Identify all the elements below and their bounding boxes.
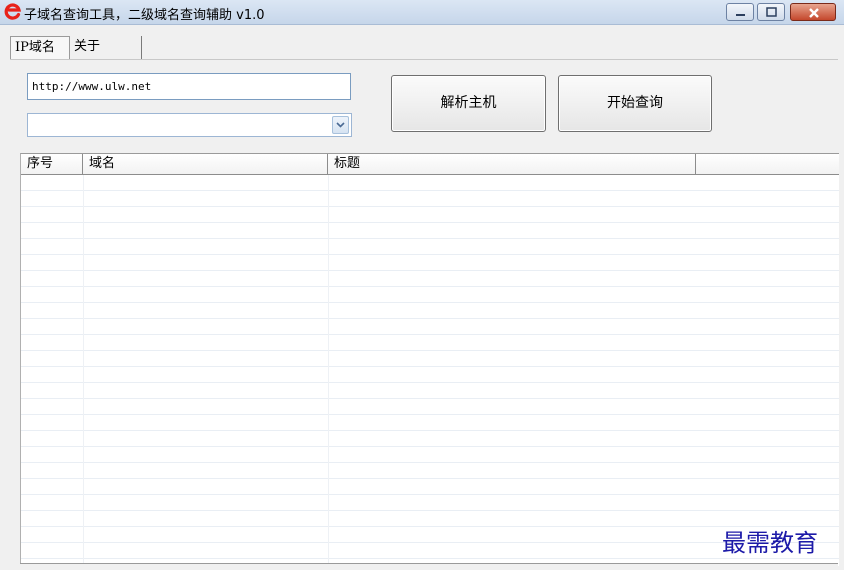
tab-about-label: 关于 (74, 39, 101, 54)
column-header-index[interactable]: 序号 (21, 154, 83, 174)
tab-ip-domain-label: IP域名 (15, 40, 55, 55)
results-table[interactable]: 序号 域名 标题 (20, 153, 839, 566)
maximize-button[interactable] (757, 3, 785, 21)
chevron-down-icon[interactable] (332, 116, 349, 134)
title-bar: 子域名查询工具，二级域名查询辅助 v1.0 (0, 0, 844, 25)
tab-about[interactable]: 关于 (70, 36, 142, 60)
table-body (21, 175, 839, 566)
url-input[interactable]: http://www.ulw.net (27, 73, 351, 100)
start-query-button[interactable]: 开始查询 (558, 75, 712, 132)
column-header-empty[interactable] (696, 154, 839, 174)
watermark-text: 最需教育 (722, 529, 818, 557)
host-select[interactable] (27, 113, 352, 137)
parse-host-button[interactable]: 解析主机 (391, 75, 546, 132)
minimize-button[interactable] (726, 3, 754, 21)
column-divider (83, 175, 84, 566)
window-title: 子域名查询工具，二级域名查询辅助 v1.0 (24, 8, 265, 23)
e-logo-icon (4, 3, 22, 21)
tab-ip-domain[interactable]: IP域名 (10, 36, 70, 60)
close-button[interactable] (790, 3, 836, 21)
table-header: 序号 域名 标题 (21, 154, 839, 175)
column-header-title[interactable]: 标题 (328, 154, 696, 174)
column-divider (328, 175, 329, 566)
column-header-domain[interactable]: 域名 (83, 154, 328, 174)
